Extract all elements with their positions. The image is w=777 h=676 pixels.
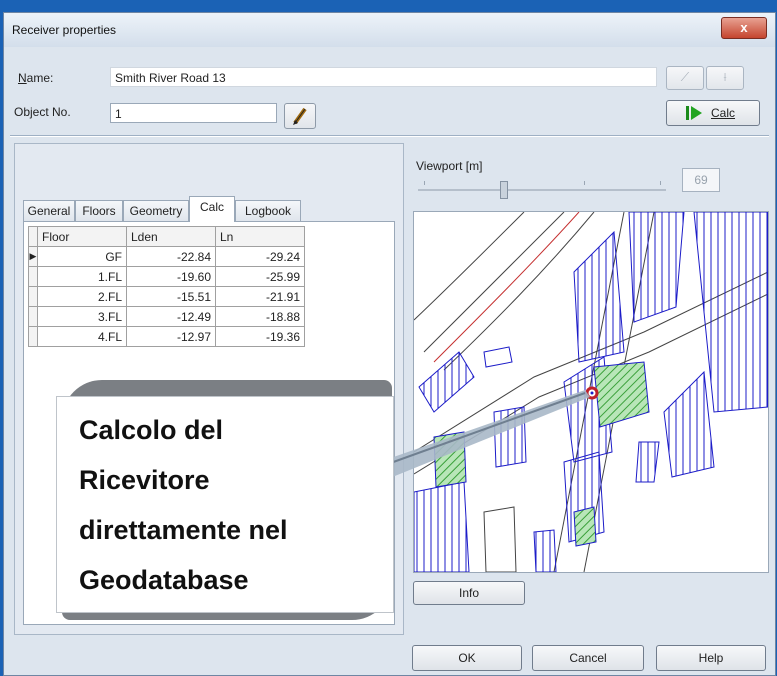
table-row[interactable]: 1.FL -19.60 -25.99 bbox=[28, 266, 305, 287]
cell-ln[interactable]: -29.24 bbox=[215, 246, 305, 267]
play-icon bbox=[686, 106, 702, 120]
object-no-input[interactable]: 1 bbox=[110, 103, 277, 123]
name-label: Name: bbox=[18, 71, 53, 85]
cell-ln[interactable]: -21.91 bbox=[215, 286, 305, 307]
cell-lden[interactable]: -12.97 bbox=[126, 326, 216, 347]
object-no-label: Object No. bbox=[14, 105, 71, 119]
callout-line-2: Ricevitore bbox=[79, 465, 210, 495]
edit-button[interactable] bbox=[284, 103, 316, 129]
callout-line-4: Geodatabase bbox=[79, 565, 249, 595]
cell-ln[interactable]: -25.99 bbox=[215, 266, 305, 287]
cell-floor[interactable]: GF bbox=[37, 246, 127, 267]
name-label-rest: ame: bbox=[26, 71, 54, 85]
row-header bbox=[28, 286, 38, 307]
row-header bbox=[28, 266, 38, 287]
row-header bbox=[28, 326, 38, 347]
column-header-lden[interactable]: Lden bbox=[126, 226, 216, 247]
viewport-slider-track[interactable] bbox=[418, 189, 666, 191]
cell-ln[interactable]: -19.36 bbox=[215, 326, 305, 347]
next-record-button[interactable]: ⟊ bbox=[706, 66, 744, 90]
tab-geometry[interactable]: Geometry bbox=[123, 200, 189, 221]
calc-top-button-label: Calc bbox=[711, 106, 736, 120]
calc-top-button[interactable]: Calc bbox=[666, 100, 760, 126]
tab-floors[interactable]: Floors bbox=[75, 200, 123, 221]
info-button[interactable]: Info bbox=[413, 581, 525, 605]
tab-calc[interactable]: Calc bbox=[189, 196, 235, 222]
cell-lden[interactable]: -22.84 bbox=[126, 246, 216, 267]
close-button[interactable]: x bbox=[721, 17, 767, 39]
slider-tick bbox=[660, 181, 661, 185]
row-header-corner bbox=[28, 226, 38, 247]
tab-general[interactable]: General bbox=[23, 200, 75, 221]
table-row[interactable]: 4.FL -12.97 -19.36 bbox=[28, 326, 305, 347]
cell-floor[interactable]: 4.FL bbox=[37, 326, 127, 347]
title-bar: Receiver properties x bbox=[4, 13, 775, 47]
name-label-mnemonic: N bbox=[18, 71, 27, 85]
slider-tick bbox=[424, 181, 425, 185]
table-row[interactable]: 2.FL -15.51 -21.91 bbox=[28, 286, 305, 307]
column-header-ln[interactable]: Ln bbox=[215, 226, 305, 247]
viewport-value-field[interactable]: 69 bbox=[682, 168, 720, 192]
previous-record-button[interactable]: ⟋ bbox=[666, 66, 704, 90]
cell-floor[interactable]: 3.FL bbox=[37, 306, 127, 327]
slider-tick bbox=[584, 181, 585, 185]
pencil-icon bbox=[293, 107, 307, 125]
row-header bbox=[28, 306, 38, 327]
current-row-indicator: ▶ bbox=[28, 246, 38, 267]
table-row[interactable]: 3.FL -12.49 -18.88 bbox=[28, 306, 305, 327]
ok-button[interactable]: OK bbox=[412, 645, 522, 671]
callout-pointer bbox=[385, 390, 590, 480]
header-divider bbox=[10, 135, 769, 137]
cancel-button[interactable]: Cancel bbox=[532, 645, 644, 671]
table-header-row: Floor Lden Ln bbox=[28, 226, 305, 247]
callout-line-1: Calcolo del bbox=[79, 415, 224, 445]
viewport-slider-thumb[interactable] bbox=[500, 181, 508, 199]
help-button[interactable]: Help bbox=[656, 645, 766, 671]
name-input[interactable]: Smith River Road 13 bbox=[110, 67, 657, 87]
column-header-floor[interactable]: Floor bbox=[37, 226, 127, 247]
cell-lden[interactable]: -19.60 bbox=[126, 266, 216, 287]
cell-floor[interactable]: 1.FL bbox=[37, 266, 127, 287]
callout-line-3: direttamente nel bbox=[79, 515, 288, 545]
cell-lden[interactable]: -15.51 bbox=[126, 286, 216, 307]
results-table: Floor Lden Ln ▶ GF -22.84 -29.24 1.FL -1… bbox=[28, 226, 305, 347]
table-row[interactable]: ▶ GF -22.84 -29.24 bbox=[28, 246, 305, 267]
window-title: Receiver properties bbox=[12, 23, 117, 37]
cell-ln[interactable]: -18.88 bbox=[215, 306, 305, 327]
callout-box: Calcolo del Ricevitore direttamente nel … bbox=[56, 396, 394, 613]
tab-logbook[interactable]: Logbook bbox=[235, 200, 301, 221]
cell-floor[interactable]: 2.FL bbox=[37, 286, 127, 307]
viewport-label: Viewport [m] bbox=[416, 159, 483, 173]
cell-lden[interactable]: -12.49 bbox=[126, 306, 216, 327]
